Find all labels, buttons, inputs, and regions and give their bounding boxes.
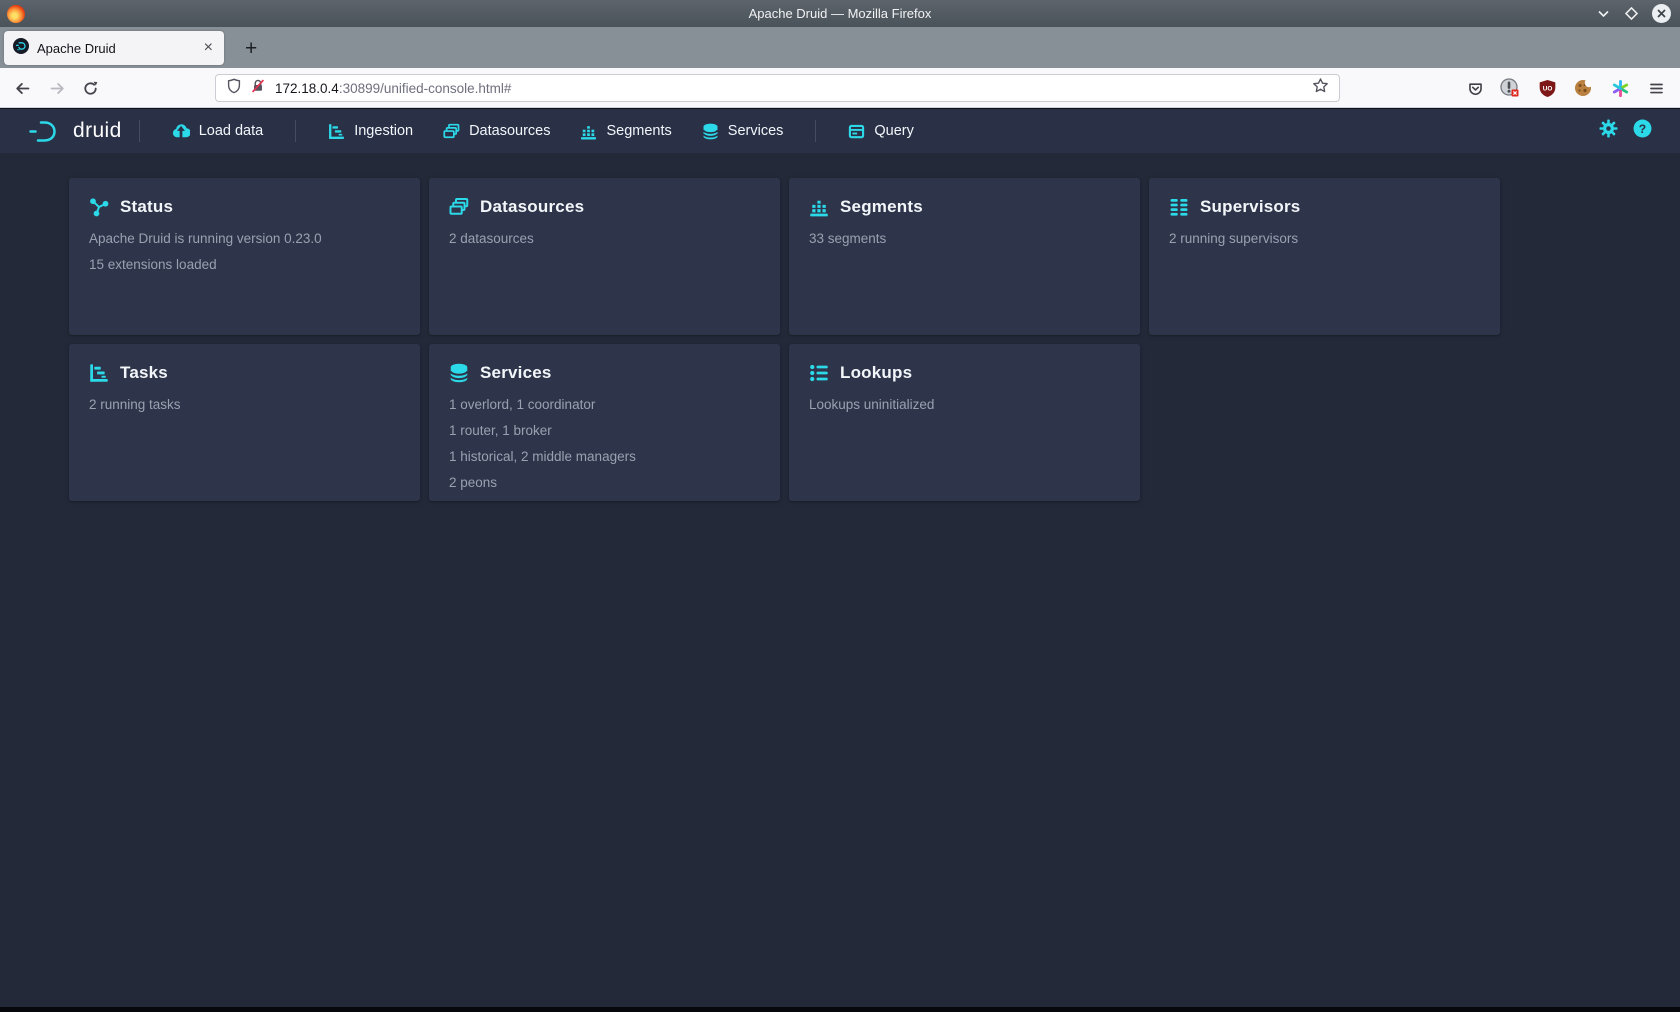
multicolor-asterisk-extension-icon[interactable] (1608, 76, 1632, 100)
card-line: 1 overlord, 1 coordinator (449, 397, 756, 412)
card-line: 2 running supervisors (1169, 231, 1476, 246)
new-tab-button[interactable]: + (237, 38, 265, 59)
card-datasources[interactable]: Datasources 2 datasources (429, 178, 780, 335)
card-line: 2 peons (449, 475, 756, 490)
card-line: 15 extensions loaded (89, 257, 396, 272)
nav-item-label: Segments (606, 123, 671, 139)
database-icon (449, 363, 469, 383)
card-line: 33 segments (809, 231, 1116, 246)
card-line: 2 datasources (449, 231, 756, 246)
hamburger-menu-icon[interactable] (1644, 76, 1668, 100)
card-title: Segments (840, 197, 923, 217)
stacked-chart-icon (580, 123, 597, 140)
nav-divider (295, 120, 296, 142)
cloud-upload-icon (172, 122, 190, 140)
card-supervisors[interactable]: Supervisors 2 running supervisors (1149, 178, 1500, 335)
tab-close-icon[interactable]: × (199, 39, 218, 57)
gantt-chart-icon (89, 363, 109, 383)
url-path: :30899/unified-console.html# (339, 81, 512, 96)
extension-disabled-icon[interactable] (1498, 76, 1522, 100)
titlebar: Apache Druid — Mozilla Firefox (0, 0, 1680, 27)
nav-item-label: Query (874, 123, 914, 139)
druid-home-view: Status Apache Druid is running version 0… (0, 153, 1680, 1007)
bookmark-star-icon[interactable] (1312, 77, 1329, 99)
druid-brand-text: druid (73, 119, 122, 143)
browser-toolbar: 172.18.0.4:30899/unified-console.html# (0, 68, 1680, 108)
card-tasks[interactable]: Tasks 2 running tasks (69, 344, 420, 501)
database-icon (702, 123, 719, 140)
firefox-window: Apache Druid — Mozilla Firefox (0, 0, 1680, 1012)
url-text: 172.18.0.4:30899/unified-console.html# (275, 81, 1312, 96)
card-title: Tasks (120, 363, 168, 383)
nav-item-services[interactable]: Services (687, 116, 799, 146)
stacked-chart-icon (809, 197, 829, 217)
card-title: Lookups (840, 363, 912, 383)
card-status[interactable]: Status Apache Druid is running version 0… (69, 178, 420, 335)
graph-icon (89, 197, 109, 217)
nav-item-ingestion[interactable]: Ingestion (313, 116, 428, 146)
tracking-protection-shield-icon[interactable] (226, 78, 242, 99)
console-icon (848, 123, 865, 140)
properties-list-icon (809, 363, 829, 383)
nav-item-label: Load data (199, 123, 264, 139)
back-icon[interactable] (9, 75, 35, 101)
tab-strip: Apache Druid × + (0, 27, 1680, 68)
druid-header-bar: druid Load data Ingestion (0, 108, 1680, 153)
url-host: 172.18.0.4 (275, 81, 339, 96)
insecure-lock-icon[interactable] (250, 78, 266, 99)
gantt-chart-icon (328, 123, 345, 140)
nav-item-label: Services (728, 123, 784, 139)
settings-gear-icon[interactable] (1599, 119, 1618, 143)
card-line: 1 historical, 2 middle managers (449, 449, 756, 464)
window-maximize-icon[interactable] (1623, 5, 1640, 22)
list-columns-icon (1169, 197, 1189, 217)
pocket-icon[interactable] (1463, 76, 1487, 100)
card-title: Supervisors (1200, 197, 1300, 217)
card-line: Lookups uninitialized (809, 397, 1116, 412)
tab-title: Apache Druid (37, 41, 199, 56)
window-close-icon[interactable] (1651, 3, 1672, 24)
reload-icon[interactable] (77, 75, 103, 101)
screen-edge (0, 1007, 1680, 1012)
nav-item-datasources[interactable]: Datasources (428, 116, 565, 146)
card-title: Services (480, 363, 552, 383)
druid-logo-icon (28, 118, 64, 145)
card-title: Datasources (480, 197, 584, 217)
ublock-label: UO (1542, 85, 1552, 92)
card-line: Apache Druid is running version 0.23.0 (89, 231, 396, 246)
forward-icon[interactable] (44, 75, 70, 101)
multi-select-icon (443, 123, 460, 140)
card-services[interactable]: Services 1 overlord, 1 coordinator 1 rou… (429, 344, 780, 501)
card-lookups[interactable]: Lookups Lookups uninitialized (789, 344, 1140, 501)
druid-logo[interactable]: druid (28, 118, 122, 145)
card-line: 2 running tasks (89, 397, 396, 412)
tab-apache-druid[interactable]: Apache Druid × (4, 31, 224, 65)
url-bar[interactable]: 172.18.0.4:30899/unified-console.html# (215, 74, 1340, 102)
help-glyph: ? (1639, 122, 1646, 136)
firefox-icon (7, 5, 25, 23)
help-icon[interactable]: ? (1633, 119, 1652, 143)
card-segments[interactable]: Segments 33 segments (789, 178, 1140, 335)
nav-item-label: Datasources (469, 123, 550, 139)
card-line: 1 router, 1 broker (449, 423, 756, 438)
nav-divider (815, 120, 816, 142)
nav-item-query[interactable]: Query (833, 116, 929, 146)
window-title: Apache Druid — Mozilla Firefox (0, 6, 1680, 21)
nav-item-segments[interactable]: Segments (565, 116, 686, 146)
nav-item-label: Ingestion (354, 123, 413, 139)
card-title: Status (120, 197, 173, 217)
tab-favicon-druid-icon (13, 38, 29, 59)
ublock-origin-icon[interactable]: UO (1535, 76, 1559, 100)
cookie-extension-icon[interactable] (1571, 76, 1595, 100)
nav-divider (139, 120, 140, 142)
nav-item-load-data[interactable]: Load data (157, 116, 279, 146)
window-minimize-icon[interactable] (1595, 5, 1612, 22)
multi-select-icon (449, 197, 469, 217)
